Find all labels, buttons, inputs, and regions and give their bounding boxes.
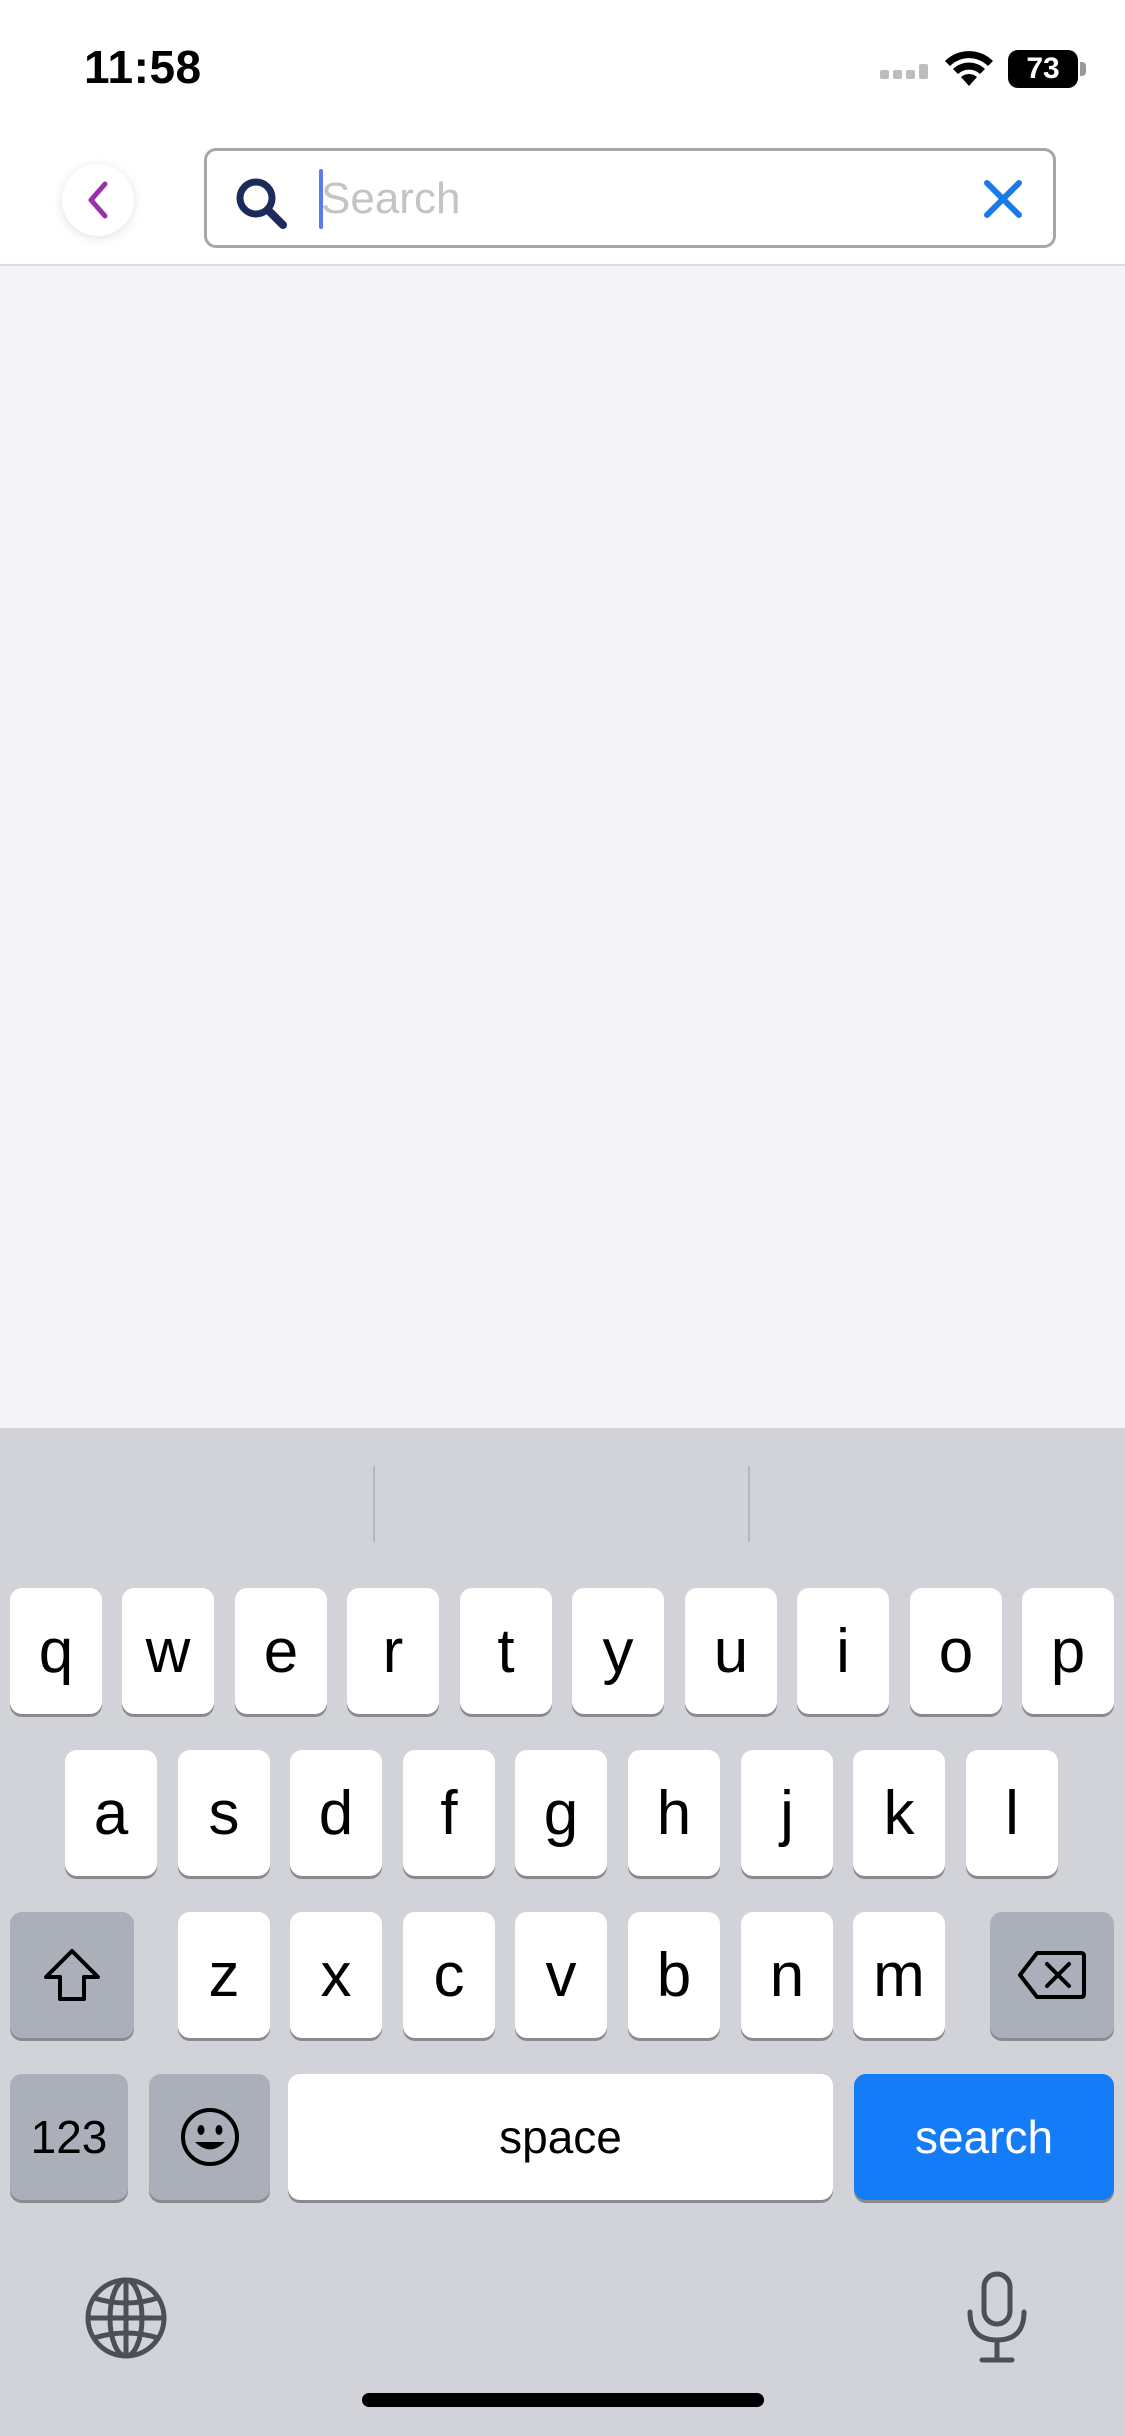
microphone-icon[interactable] (962, 2270, 1032, 2366)
key-l[interactable]: l (966, 1750, 1058, 1876)
delete-key[interactable] (990, 1912, 1114, 2038)
key-b[interactable]: b (628, 1912, 720, 2038)
key-s[interactable]: s (178, 1750, 270, 1876)
key-n[interactable]: n (741, 1912, 833, 2038)
key-i[interactable]: i (797, 1588, 889, 1714)
suggestion-divider (373, 1466, 375, 1542)
key-v[interactable]: v (515, 1912, 607, 2038)
keyboard: q w e r t y u i o p a s d f g h j k l z … (0, 1428, 1125, 2436)
search-header (0, 140, 1125, 266)
shift-icon (44, 1949, 100, 2001)
shift-key[interactable] (10, 1912, 134, 2038)
back-button[interactable] (62, 164, 134, 236)
search-results-area (0, 266, 1125, 1428)
battery-cap (1080, 62, 1086, 76)
battery-level: 73 (1026, 52, 1060, 85)
key-o[interactable]: o (910, 1588, 1002, 1714)
suggestion-divider (748, 1466, 750, 1542)
clear-icon[interactable] (979, 175, 1027, 223)
key-x[interactable]: x (290, 1912, 382, 2038)
key-e[interactable]: e (235, 1588, 327, 1714)
key-k[interactable]: k (853, 1750, 945, 1876)
key-u[interactable]: u (685, 1588, 777, 1714)
key-r[interactable]: r (347, 1588, 439, 1714)
back-chevron-icon (88, 181, 108, 219)
cellular-signal-icon (880, 64, 928, 79)
home-indicator[interactable] (362, 2393, 764, 2407)
key-m[interactable]: m (853, 1912, 945, 2038)
globe-icon[interactable] (84, 2276, 168, 2360)
search-box[interactable] (204, 148, 1056, 248)
key-g[interactable]: g (515, 1750, 607, 1876)
search-input[interactable] (321, 161, 941, 237)
status-bar: 11:58 73 (0, 0, 1125, 140)
key-d[interactable]: d (290, 1750, 382, 1876)
status-time: 11:58 (84, 41, 202, 93)
search-key[interactable]: search (854, 2074, 1114, 2200)
key-j[interactable]: j (741, 1750, 833, 1876)
wifi-icon (945, 51, 993, 86)
key-t[interactable]: t (460, 1588, 552, 1714)
key-z[interactable]: z (178, 1912, 270, 2038)
key-h[interactable]: h (628, 1750, 720, 1876)
delete-icon (1018, 1951, 1086, 1999)
key-a[interactable]: a (65, 1750, 157, 1876)
key-c[interactable]: c (403, 1912, 495, 2038)
numbers-key[interactable]: 123 (10, 2074, 128, 2200)
battery-icon: 73 (1008, 50, 1078, 88)
key-q[interactable]: q (10, 1588, 102, 1714)
key-p[interactable]: p (1022, 1588, 1114, 1714)
space-key[interactable]: space (288, 2074, 833, 2200)
emoji-key[interactable] (149, 2074, 270, 2200)
key-y[interactable]: y (572, 1588, 664, 1714)
key-f[interactable]: f (403, 1750, 495, 1876)
emoji-icon (180, 2108, 239, 2166)
key-w[interactable]: w (122, 1588, 214, 1714)
search-icon (236, 178, 287, 229)
